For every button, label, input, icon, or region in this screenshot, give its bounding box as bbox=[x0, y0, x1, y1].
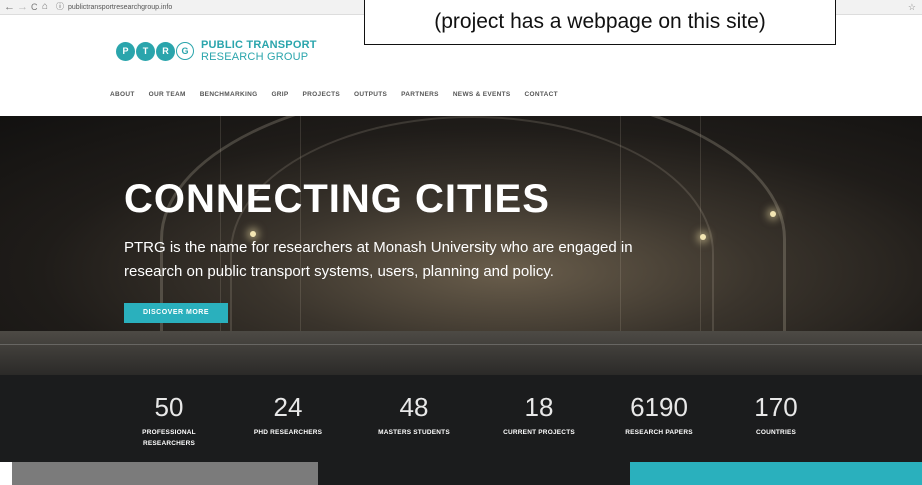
nav-item-our-team[interactable]: OUR TEAM bbox=[149, 91, 186, 98]
stat-label: RESEARCH PAPERS bbox=[625, 429, 693, 436]
bottom-panel-teal bbox=[630, 462, 922, 485]
hero-rail bbox=[0, 344, 922, 345]
stat-research-papers: 6190 RESEARCH PAPERS bbox=[599, 393, 719, 438]
logo-letter-t: T bbox=[136, 41, 155, 61]
bottom-panel-grey bbox=[12, 462, 318, 485]
hero-headline: CONNECTING CITIES bbox=[124, 177, 550, 221]
nav-item-about[interactable]: ABOUT bbox=[110, 91, 135, 98]
logo-line-2: RESEARCH GROUP bbox=[201, 51, 309, 63]
logo-letter-g: G bbox=[176, 42, 194, 60]
stat-number: 50 bbox=[154, 392, 184, 422]
stat-masters-students: 48 MASTERS STUDENTS bbox=[354, 393, 474, 438]
hero-light bbox=[770, 211, 776, 217]
bottom-panel-dark bbox=[318, 462, 630, 485]
forward-icon[interactable]: → bbox=[17, 0, 28, 14]
nav-item-contact[interactable]: CONTACT bbox=[525, 91, 558, 98]
nav-item-projects[interactable]: PROJECTS bbox=[303, 91, 340, 98]
nav-item-outputs[interactable]: OUTPUTS bbox=[354, 91, 387, 98]
stat-number: 48 bbox=[399, 392, 429, 422]
nav-item-benchmarking[interactable]: BENCHMARKING bbox=[200, 91, 258, 98]
home-icon[interactable]: ⌂ bbox=[42, 0, 48, 14]
nav-item-grip[interactable]: GRIP bbox=[271, 91, 288, 98]
stat-label: CURRENT PROJECTS bbox=[503, 429, 575, 436]
logo-text: PUBLIC TRANSPORT RESEARCH GROUP bbox=[201, 39, 317, 63]
logo-line-1: PUBLIC TRANSPORT bbox=[201, 39, 317, 51]
nav-item-news-events[interactable]: NEWS & EVENTS bbox=[453, 91, 511, 98]
info-icon[interactable]: ⓘ bbox=[56, 2, 64, 11]
url-text: publictransportresearchgroup.info bbox=[67, 4, 173, 11]
hero-light bbox=[700, 234, 706, 240]
bookmark-star-icon[interactable]: ☆ bbox=[908, 0, 916, 14]
page-edge bbox=[0, 462, 12, 485]
logo-letter-p: P bbox=[116, 41, 135, 61]
stat-number: 6190 bbox=[630, 392, 688, 422]
reload-icon[interactable]: C bbox=[31, 0, 38, 14]
stat-current-projects: 18 CURRENT PROJECTS bbox=[479, 393, 599, 438]
logo-letter-r: R bbox=[156, 41, 175, 61]
annotation-callout: (project has a webpage on this site) bbox=[364, 0, 836, 45]
site-logo[interactable]: P T R G PUBLIC TRANSPORT RESEARCH GROUP bbox=[116, 35, 317, 67]
address-bar[interactable]: ⓘ publictransportresearchgroup.info bbox=[56, 1, 172, 13]
stat-number: 170 bbox=[754, 392, 798, 422]
stat-label: COUNTRIES bbox=[755, 429, 797, 436]
stat-phd-researchers: 24 PHD RESEARCHERS bbox=[228, 393, 348, 438]
nav-item-partners[interactable]: PARTNERS bbox=[401, 91, 439, 98]
stat-number: 18 bbox=[524, 392, 554, 422]
callout-text: (project has a webpage on this site) bbox=[434, 10, 766, 33]
stats-bar: 50 PROFESSIONAL RESEARCHERS 24 PHD RESEA… bbox=[0, 375, 922, 462]
main-nav: ABOUT OUR TEAM BENCHMARKING GRIP PROJECT… bbox=[110, 91, 572, 98]
discover-more-button[interactable]: DISCOVER MORE bbox=[124, 303, 228, 323]
hero-platform bbox=[0, 331, 922, 375]
hero-subline: PTRG is the name for researchers at Mona… bbox=[124, 239, 633, 280]
stat-professional-researchers: 50 PROFESSIONAL RESEARCHERS bbox=[109, 393, 229, 449]
stat-countries: 170 COUNTRIES bbox=[716, 393, 836, 438]
stat-label: PHD RESEARCHERS bbox=[253, 429, 323, 436]
stat-label: MASTERS STUDENTS bbox=[378, 429, 450, 436]
stat-number: 24 bbox=[273, 392, 303, 422]
stat-label: PROFESSIONAL RESEARCHERS bbox=[142, 429, 196, 447]
back-icon[interactable]: ← bbox=[4, 0, 15, 14]
